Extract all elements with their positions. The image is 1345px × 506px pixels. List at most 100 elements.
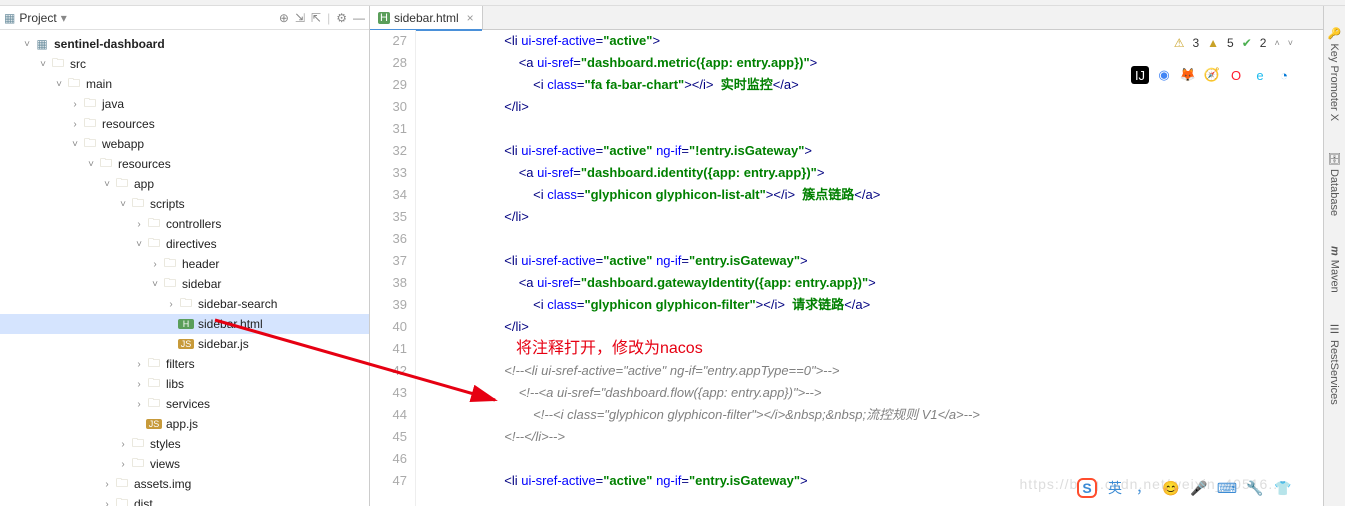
tree-arrow-icon[interactable]: ˅	[52, 79, 66, 90]
code-line[interactable]: <i class="glyphicon glyphicon-filter"></…	[432, 294, 1323, 316]
tree-item-sidebar.js[interactable]: JS sidebar.js	[0, 334, 369, 354]
tree-item-src[interactable]: ˅ 🗀 src	[0, 54, 369, 74]
gear-icon[interactable]: ⚙	[336, 11, 347, 25]
tab-key-promoter[interactable]: 🔑Key Promoter X	[1328, 26, 1341, 121]
tree-item-assets.img[interactable]: › 🗀 assets.img	[0, 474, 369, 494]
code-line[interactable]	[432, 118, 1323, 140]
locate-icon[interactable]: ⊕	[279, 11, 289, 25]
code-line[interactable]: <a ui-sref="dashboard.identity({app: ent…	[432, 162, 1323, 184]
tree-item-services[interactable]: › 🗀 services	[0, 394, 369, 414]
tree-arrow-icon[interactable]: ›	[132, 379, 146, 390]
tree-item-main[interactable]: ˅ 🗀 main	[0, 74, 369, 94]
editor-body[interactable]: 2728293031323334353637383940414243444546…	[370, 30, 1323, 506]
folder-icon: 🗀	[130, 454, 146, 475]
chrome-icon[interactable]: ◉	[1155, 66, 1173, 84]
tree-arrow-icon[interactable]: ˅	[100, 179, 114, 190]
tree-arrow-icon[interactable]: ›	[132, 399, 146, 410]
firefox-icon[interactable]: 🦊	[1179, 66, 1197, 84]
tab-database[interactable]: 🗄Database	[1328, 151, 1341, 216]
tree-arrow-icon[interactable]: ˅	[20, 39, 34, 50]
chevron-down-icon[interactable]: ˅	[1288, 38, 1293, 48]
ime-skin-icon[interactable]: 👕	[1273, 478, 1293, 498]
code-line[interactable]: <!--</li>-->	[432, 426, 1323, 448]
tree-arrow-icon[interactable]: ›	[148, 259, 162, 270]
ime-keyboard-icon[interactable]: ⌨	[1217, 478, 1237, 498]
tree-arrow-icon[interactable]: ˅	[116, 199, 130, 210]
chevron-up-icon[interactable]: ˄	[1274, 38, 1279, 48]
code-line[interactable]: </li>	[432, 206, 1323, 228]
sogou-icon[interactable]: S	[1077, 478, 1097, 498]
tree-item-scripts[interactable]: ˅ 🗀 scripts	[0, 194, 369, 214]
tree-arrow-icon[interactable]: ˅	[36, 59, 50, 70]
tree-item-dist[interactable]: › 🗀 dist	[0, 494, 369, 506]
code-line[interactable]	[432, 228, 1323, 250]
tree-label: main	[86, 77, 112, 91]
tree-item-webapp[interactable]: ˅ 🗀 webapp	[0, 134, 369, 154]
tree-item-java[interactable]: › 🗀 java	[0, 94, 369, 114]
tree-arrow-icon[interactable]: ›	[100, 479, 114, 490]
opera-icon[interactable]: O	[1227, 66, 1245, 84]
code-line[interactable]	[432, 448, 1323, 470]
tree-arrow-icon[interactable]: ›	[68, 119, 82, 130]
tree-arrow-icon[interactable]: ›	[164, 299, 178, 310]
editor-tab[interactable]: H sidebar.html ×	[370, 6, 483, 30]
tree-arrow-icon[interactable]: ›	[132, 219, 146, 230]
code-line[interactable]: <!--<li ui-sref-active="active" ng-if="e…	[432, 360, 1323, 382]
safari-icon[interactable]: 🧭	[1203, 66, 1221, 84]
html-file-icon: H	[178, 319, 194, 329]
tree-arrow-icon[interactable]: ›	[116, 459, 130, 470]
collapse-all-icon[interactable]: ⇱	[311, 11, 321, 25]
tree-item-app[interactable]: ˅ 🗀 app	[0, 174, 369, 194]
code-line[interactable]: </li>	[432, 316, 1323, 338]
code-area[interactable]: <li ui-sref-active="active"> <a ui-sref=…	[416, 30, 1323, 506]
ime-punct[interactable]: ，	[1133, 478, 1153, 498]
tree-item-directives[interactable]: ˅ 🗀 directives	[0, 234, 369, 254]
tab-rest-services[interactable]: ☰RestServices	[1328, 323, 1341, 405]
tree-item-sidebar-search[interactable]: › 🗀 sidebar-search	[0, 294, 369, 314]
tree-item-filters[interactable]: › 🗀 filters	[0, 354, 369, 374]
tree-item-views[interactable]: › 🗀 views	[0, 454, 369, 474]
close-icon[interactable]: ×	[467, 11, 474, 25]
tree-item-sidebar[interactable]: ˅ 🗀 sidebar	[0, 274, 369, 294]
tree-item-styles[interactable]: › 🗀 styles	[0, 434, 369, 454]
code-line[interactable]: <!--<i class="glyphicon glyphicon-filter…	[432, 404, 1323, 426]
tree-item-resources[interactable]: ˅ 🗀 resources	[0, 154, 369, 174]
tree-item-app.js[interactable]: JS app.js	[0, 414, 369, 434]
module-icon: ▦	[34, 37, 50, 51]
project-title[interactable]: Project	[19, 11, 56, 25]
ime-voice-icon[interactable]: 🎤	[1189, 478, 1209, 498]
code-line[interactable]: </li>	[432, 96, 1323, 118]
ime-lang[interactable]: 英	[1105, 478, 1125, 498]
ime-tool-icon[interactable]: 🔧	[1245, 478, 1265, 498]
tree-item-header[interactable]: › 🗀 header	[0, 254, 369, 274]
ie-icon[interactable]: e	[1251, 66, 1269, 84]
tree-item-sentinel-dashboard[interactable]: ˅ ▦ sentinel-dashboard	[0, 34, 369, 54]
tree-arrow-icon[interactable]: ˅	[132, 239, 146, 250]
tree-arrow-icon[interactable]: ˅	[68, 139, 82, 150]
inspections-widget[interactable]: ⚠3 ▲5 ✔2 ˄ ˅	[1174, 36, 1293, 50]
intellij-icon[interactable]: IJ	[1131, 66, 1149, 84]
tree-arrow-icon[interactable]: ›	[100, 499, 114, 506]
tree-arrow-icon[interactable]: ›	[116, 439, 130, 450]
tree-arrow-icon[interactable]: ˅	[148, 279, 162, 290]
tree-item-libs[interactable]: › 🗀 libs	[0, 374, 369, 394]
project-dropdown-icon[interactable]: ▾	[61, 11, 67, 25]
tree-arrow-icon[interactable]: ˅	[84, 159, 98, 170]
tree-arrow-icon[interactable]: ›	[132, 359, 146, 370]
tree-item-resources[interactable]: › 🗀 resources	[0, 114, 369, 134]
hide-icon[interactable]: —	[353, 11, 365, 25]
expand-all-icon[interactable]: ⇲	[295, 11, 305, 25]
tree-arrow-icon[interactable]: ›	[68, 99, 82, 110]
code-line[interactable]: <!--<a ui-sref="dashboard.flow({app: ent…	[432, 382, 1323, 404]
code-line[interactable]: <a ui-sref="dashboard.gatewayIdentity({a…	[432, 272, 1323, 294]
code-line[interactable]: <li ui-sref-active="active" ng-if="!entr…	[432, 140, 1323, 162]
project-tree[interactable]: ˅ ▦ sentinel-dashboard ˅ 🗀 src ˅ 🗀 main …	[0, 30, 369, 506]
ime-emoji-icon[interactable]: 😊	[1161, 478, 1181, 498]
tree-item-sidebar.html[interactable]: H sidebar.html	[0, 314, 369, 334]
tree-item-controllers[interactable]: › 🗀 controllers	[0, 214, 369, 234]
code-line[interactable]: <li ui-sref-active="active" ng-if="entry…	[432, 250, 1323, 272]
code-line[interactable]: <i class="glyphicon glyphicon-list-alt">…	[432, 184, 1323, 206]
tree-label: directives	[166, 237, 217, 251]
edge-icon[interactable]: ◔	[1275, 66, 1293, 84]
tab-maven[interactable]: mMaven	[1329, 246, 1341, 293]
